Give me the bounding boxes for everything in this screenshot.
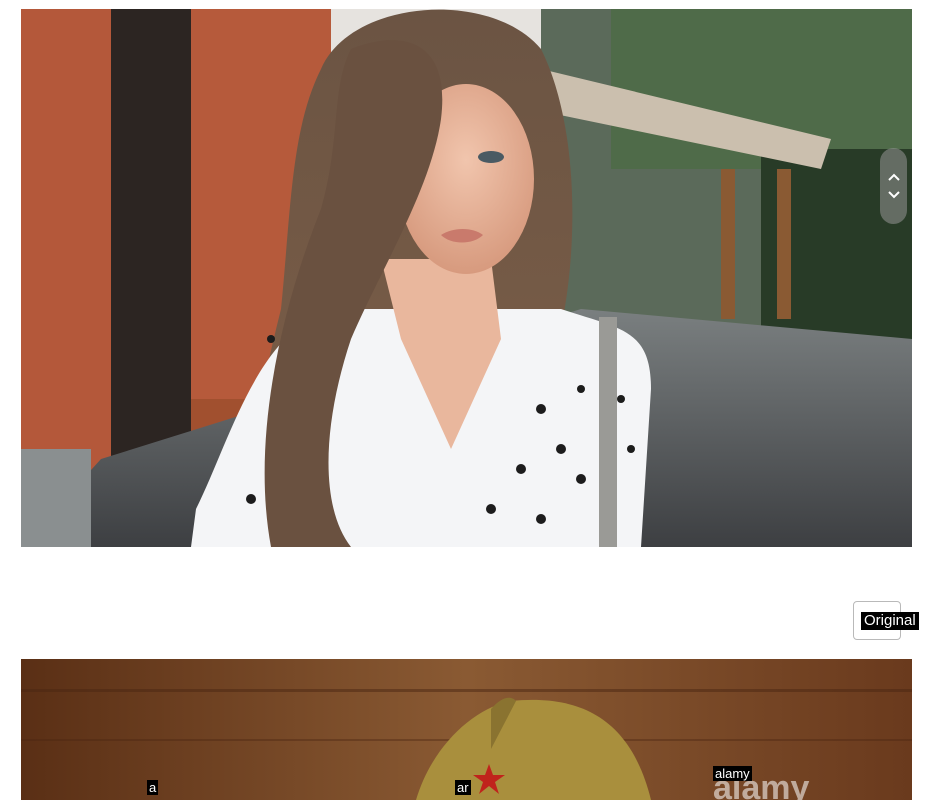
chevron-up-icon[interactable] bbox=[887, 172, 901, 182]
overlay-label: alamy bbox=[713, 766, 752, 781]
scroll-control[interactable] bbox=[880, 148, 907, 224]
chevron-down-icon[interactable] bbox=[887, 190, 901, 200]
original-button-label[interactable]: Original bbox=[861, 612, 919, 630]
overlay-label: ar bbox=[455, 780, 471, 795]
soldier-cap-photo-graphic: alamy bbox=[21, 659, 912, 800]
soldier-cap-photo[interactable]: alamy bbox=[21, 659, 912, 800]
portrait-photo[interactable] bbox=[21, 9, 912, 547]
portrait-photo-graphic bbox=[21, 9, 912, 547]
overlay-label: a bbox=[147, 780, 159, 795]
